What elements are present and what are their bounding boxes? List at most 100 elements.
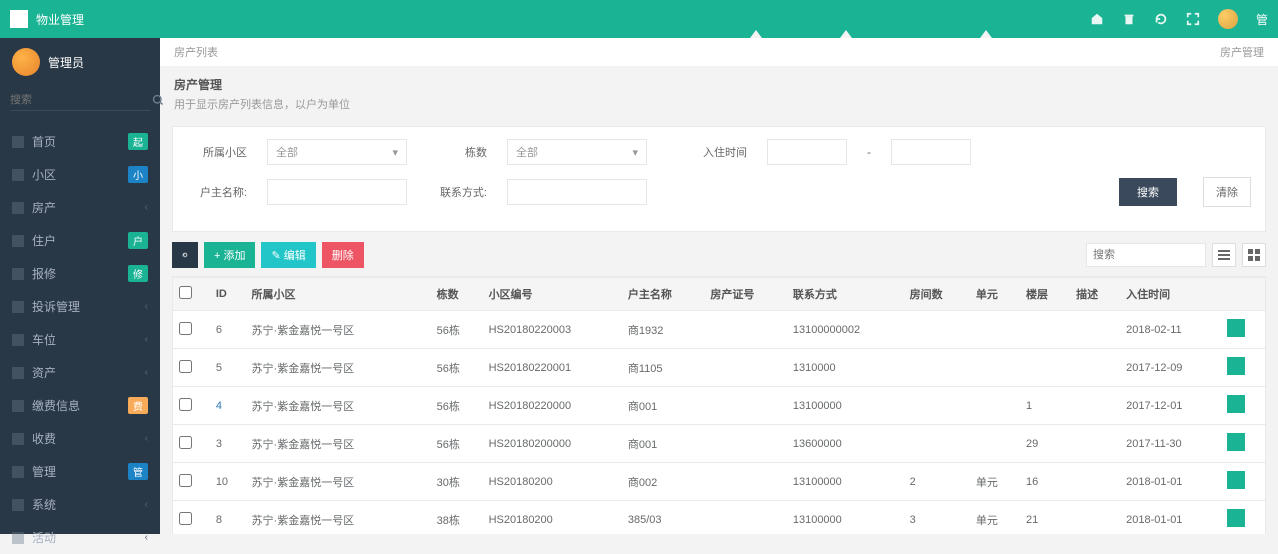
- row-checkbox[interactable]: [179, 436, 192, 449]
- cell: 2017-12-09: [1120, 349, 1221, 387]
- sidebar-item-label: 管理: [32, 463, 56, 480]
- column-header[interactable]: 联系方式: [787, 278, 904, 311]
- filter-date-to[interactable]: [891, 139, 971, 165]
- fullscreen-icon[interactable]: [1186, 12, 1200, 26]
- sidebar-item[interactable]: 车位‹: [0, 323, 160, 356]
- row-action-button[interactable]: [1227, 357, 1245, 375]
- cell: 商001: [622, 425, 704, 463]
- cell: 2018-01-01: [1120, 463, 1221, 501]
- cell: 商001: [622, 387, 704, 425]
- column-header[interactable]: 栋数: [431, 278, 483, 311]
- row-id-link[interactable]: 4: [210, 387, 246, 425]
- cell: 3: [210, 425, 246, 463]
- chevron-left-icon: ‹: [145, 334, 148, 345]
- column-header[interactable]: 房间数: [904, 278, 970, 311]
- trash-icon[interactable]: [1122, 12, 1136, 26]
- sidebar-item[interactable]: 报修修: [0, 257, 160, 290]
- sidebar-item[interactable]: 系统‹: [0, 488, 160, 521]
- chevron-left-icon: ‹: [145, 499, 148, 510]
- sidebar-search[interactable]: [10, 94, 150, 111]
- sidebar-item[interactable]: 管理管: [0, 455, 160, 488]
- column-header[interactable]: 小区编号: [483, 278, 622, 311]
- sidebar-user[interactable]: 管理员: [0, 38, 160, 86]
- breadcrumb-right: 房产管理: [1220, 44, 1264, 60]
- cell: 13600000: [787, 425, 904, 463]
- cell: [704, 425, 786, 463]
- menu-icon: [12, 202, 24, 214]
- sidebar-item[interactable]: 缴费信息费: [0, 389, 160, 422]
- column-header[interactable]: 单元: [970, 278, 1020, 311]
- column-header[interactable]: [173, 278, 210, 311]
- refresh-button[interactable]: [172, 242, 198, 268]
- sidebar-search-input[interactable]: [10, 94, 152, 106]
- cell: [704, 463, 786, 501]
- column-header[interactable]: ID: [210, 278, 246, 311]
- sidebar-item-label: 缴费信息: [32, 397, 80, 414]
- add-button[interactable]: + 添加: [204, 242, 255, 268]
- filter-building-select[interactable]: 全部 ▾: [507, 139, 647, 165]
- cell: 2: [904, 463, 970, 501]
- grid-view-button[interactable]: [1242, 243, 1266, 267]
- sidebar-item[interactable]: 住户户: [0, 224, 160, 257]
- row-action-button[interactable]: [1227, 433, 1245, 451]
- sidebar-item[interactable]: 活动‹: [0, 521, 160, 554]
- filter-community-select[interactable]: 全部 ▾: [267, 139, 407, 165]
- column-header[interactable]: 房产证号: [704, 278, 786, 311]
- cell: [1070, 387, 1120, 425]
- cell: 2017-11-30: [1120, 425, 1221, 463]
- search-button[interactable]: 搜索: [1119, 178, 1177, 206]
- cell: 苏宁·紫金嘉悦一号区: [246, 425, 431, 463]
- table-row[interactable]: 5苏宁·紫金嘉悦一号区56栋HS20180220001商110513100002…: [173, 349, 1265, 387]
- sidebar-item[interactable]: 房产‹: [0, 191, 160, 224]
- chevron-left-icon: ‹: [145, 301, 148, 312]
- row-action-button[interactable]: [1227, 395, 1245, 413]
- sidebar-item[interactable]: 首页起: [0, 125, 160, 158]
- column-header[interactable]: 所属小区: [246, 278, 431, 311]
- list-view-button[interactable]: [1212, 243, 1236, 267]
- delete-button[interactable]: 删除: [322, 242, 364, 268]
- cell: [970, 349, 1020, 387]
- sidebar-item[interactable]: 投诉管理‹: [0, 290, 160, 323]
- column-header[interactable]: 楼层: [1020, 278, 1070, 311]
- column-header[interactable]: [1221, 278, 1265, 311]
- table-row[interactable]: 6苏宁·紫金嘉悦一号区56栋HS20180220003商193213100000…: [173, 311, 1265, 349]
- refresh-icon[interactable]: [1154, 12, 1168, 26]
- filter-date-from[interactable]: [767, 139, 847, 165]
- table-row[interactable]: 10苏宁·紫金嘉悦一号区30栋HS20180200商002131000002单元…: [173, 463, 1265, 501]
- sidebar-item[interactable]: 小区小: [0, 158, 160, 191]
- menu-icon: [12, 532, 24, 544]
- cell: 2018-02-11: [1120, 311, 1221, 349]
- filter-owner-input[interactable]: [267, 179, 407, 205]
- home-icon[interactable]: [1090, 12, 1104, 26]
- row-action-button[interactable]: [1227, 509, 1245, 527]
- cell: HS20180220001: [483, 349, 622, 387]
- cell: 56栋: [431, 349, 483, 387]
- row-checkbox[interactable]: [179, 398, 192, 411]
- filter-contact-label: 联系方式:: [427, 184, 487, 200]
- table-row[interactable]: 3苏宁·紫金嘉悦一号区56栋HS20180200000商001136000002…: [173, 425, 1265, 463]
- chevron-left-icon: ‹: [145, 202, 148, 213]
- row-checkbox[interactable]: [179, 474, 192, 487]
- user-avatar[interactable]: [1218, 9, 1238, 29]
- column-header[interactable]: 户主名称: [622, 278, 704, 311]
- row-action-button[interactable]: [1227, 471, 1245, 489]
- cell: HS20180200000: [483, 425, 622, 463]
- filter-contact-input[interactable]: [507, 179, 647, 205]
- sidebar-item[interactable]: 收费‹: [0, 422, 160, 455]
- table-row[interactable]: 8苏宁·紫金嘉悦一号区38栋HS20180200385/03131000003单…: [173, 501, 1265, 535]
- row-checkbox[interactable]: [179, 322, 192, 335]
- clear-button[interactable]: 清除: [1203, 177, 1251, 207]
- sidebar-item-label: 住户: [32, 232, 56, 249]
- row-checkbox[interactable]: [179, 512, 192, 525]
- cell: [704, 387, 786, 425]
- column-header[interactable]: 描述: [1070, 278, 1120, 311]
- row-checkbox[interactable]: [179, 360, 192, 373]
- sidebar-item[interactable]: 资产‹: [0, 356, 160, 389]
- cell: 13100000: [787, 387, 904, 425]
- column-header[interactable]: 入住时间: [1120, 278, 1221, 311]
- edit-button[interactable]: ✎ 编辑: [261, 242, 315, 268]
- row-action-button[interactable]: [1227, 319, 1245, 337]
- table-search-input[interactable]: [1086, 243, 1206, 267]
- select-all-checkbox[interactable]: [179, 286, 192, 299]
- table-row[interactable]: 4苏宁·紫金嘉悦一号区56栋HS20180220000商001131000001…: [173, 387, 1265, 425]
